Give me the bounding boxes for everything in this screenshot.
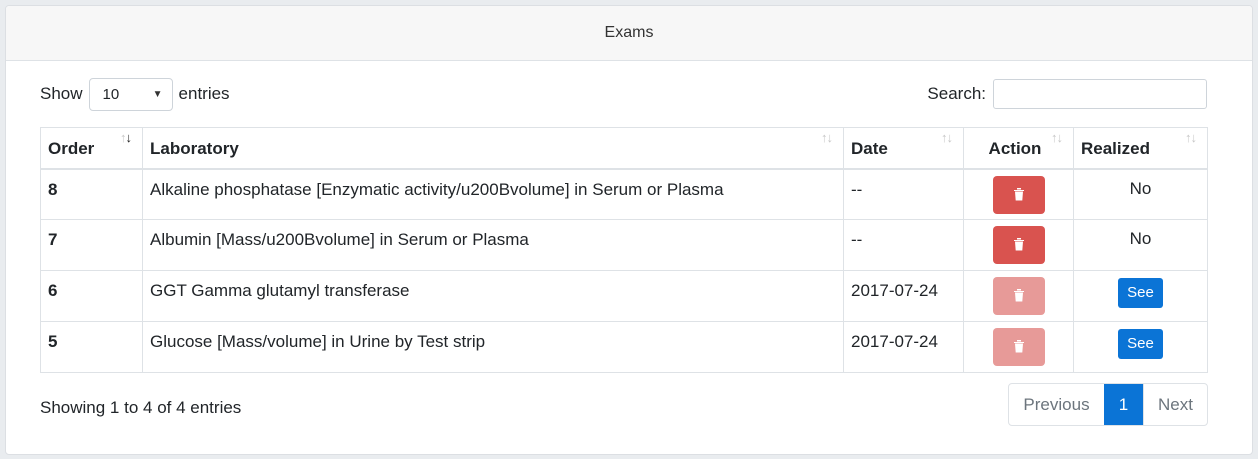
trash-icon [1013, 289, 1024, 302]
table-row: 8 Alkaline phosphatase [Enzymatic activi… [40, 168, 1208, 220]
table-row: 6 GGT Gamma glutamyl transferase 2017-07… [40, 270, 1208, 322]
table-row: 7 Albumin [Mass/u200Bvolume] in Serum or… [40, 219, 1208, 271]
sort-arrows-icon: ↑↓ [120, 130, 132, 145]
date-cell: 2017-07-24 [843, 270, 964, 322]
realized-cell: See [1073, 270, 1208, 322]
action-cell [963, 168, 1074, 220]
order-cell: 6 [40, 270, 143, 322]
column-header-realized[interactable]: Realized ↑↓ [1073, 127, 1208, 170]
realized-cell: No [1073, 219, 1208, 271]
table-info: Showing 1 to 4 of 4 entries [40, 398, 242, 417]
trash-icon [1013, 238, 1024, 251]
delete-button-disabled[interactable] [992, 277, 1045, 315]
action-cell [963, 321, 1074, 373]
pagination: Previous 1 Next [1008, 383, 1208, 426]
order-cell: 7 [40, 219, 143, 271]
search-label: Search: [927, 84, 986, 103]
column-header-date[interactable]: Date ↑↓ [843, 127, 964, 170]
show-label: Show [40, 84, 83, 103]
sort-arrows-icon: ↑↓ [1051, 130, 1063, 145]
date-cell: -- [843, 168, 964, 220]
delete-button[interactable] [992, 175, 1045, 214]
laboratory-cell: Alkaline phosphatase [Enzymatic activity… [142, 168, 844, 220]
entries-select-value: 10 [102, 85, 120, 103]
realized-cell: No [1073, 168, 1208, 220]
trash-icon [1013, 340, 1024, 353]
realized-cell: See [1073, 321, 1208, 373]
date-cell: -- [843, 219, 964, 271]
entries-select[interactable]: 10 ▼ [88, 77, 173, 111]
search-control: Search: [927, 79, 1207, 109]
sort-arrows-icon: ↑↓ [1185, 130, 1197, 145]
laboratory-cell: Albumin [Mass/u200Bvolume] in Serum or P… [142, 219, 844, 271]
column-header-order[interactable]: Order ↑↓ [40, 127, 143, 170]
trash-icon [1013, 187, 1024, 201]
order-cell: 8 [40, 168, 143, 220]
exams-table: Order ↑↓ Laboratory ↑↓ Date ↑↓ Action ↑↓ Rea… [40, 127, 1208, 373]
previous-button[interactable]: Previous [1009, 384, 1104, 425]
entries-label: entries [178, 84, 230, 103]
chevron-down-icon: ▼ [152, 88, 163, 100]
table-controls: Show 10 ▼ entries Search: [40, 77, 1207, 111]
delete-button-disabled[interactable] [992, 328, 1045, 366]
length-control: Show 10 ▼ entries [40, 77, 230, 111]
laboratory-cell: GGT Gamma glutamyl transferase [142, 270, 844, 322]
action-cell [963, 219, 1074, 271]
column-header-action[interactable]: Action ↑↓ [963, 127, 1074, 170]
order-cell: 5 [40, 321, 143, 373]
column-header-laboratory[interactable]: Laboratory ↑↓ [142, 127, 844, 170]
action-cell [963, 270, 1074, 322]
laboratory-cell: Glucose [Mass/volume] in Urine by Test s… [142, 321, 844, 373]
next-button[interactable]: Next [1143, 384, 1207, 425]
search-input[interactable] [993, 79, 1207, 109]
delete-button[interactable] [992, 226, 1045, 264]
sort-arrows-icon: ↑↓ [941, 130, 953, 145]
sort-arrows-icon: ↑↓ [821, 130, 833, 145]
page-1-button[interactable]: 1 [1104, 384, 1143, 425]
see-button[interactable]: See [1118, 329, 1163, 359]
card-title: Exams [6, 6, 1252, 61]
date-cell: 2017-07-24 [843, 321, 964, 373]
see-button[interactable]: See [1118, 278, 1163, 308]
table-row: 5 Glucose [Mass/volume] in Urine by Test… [40, 321, 1208, 373]
